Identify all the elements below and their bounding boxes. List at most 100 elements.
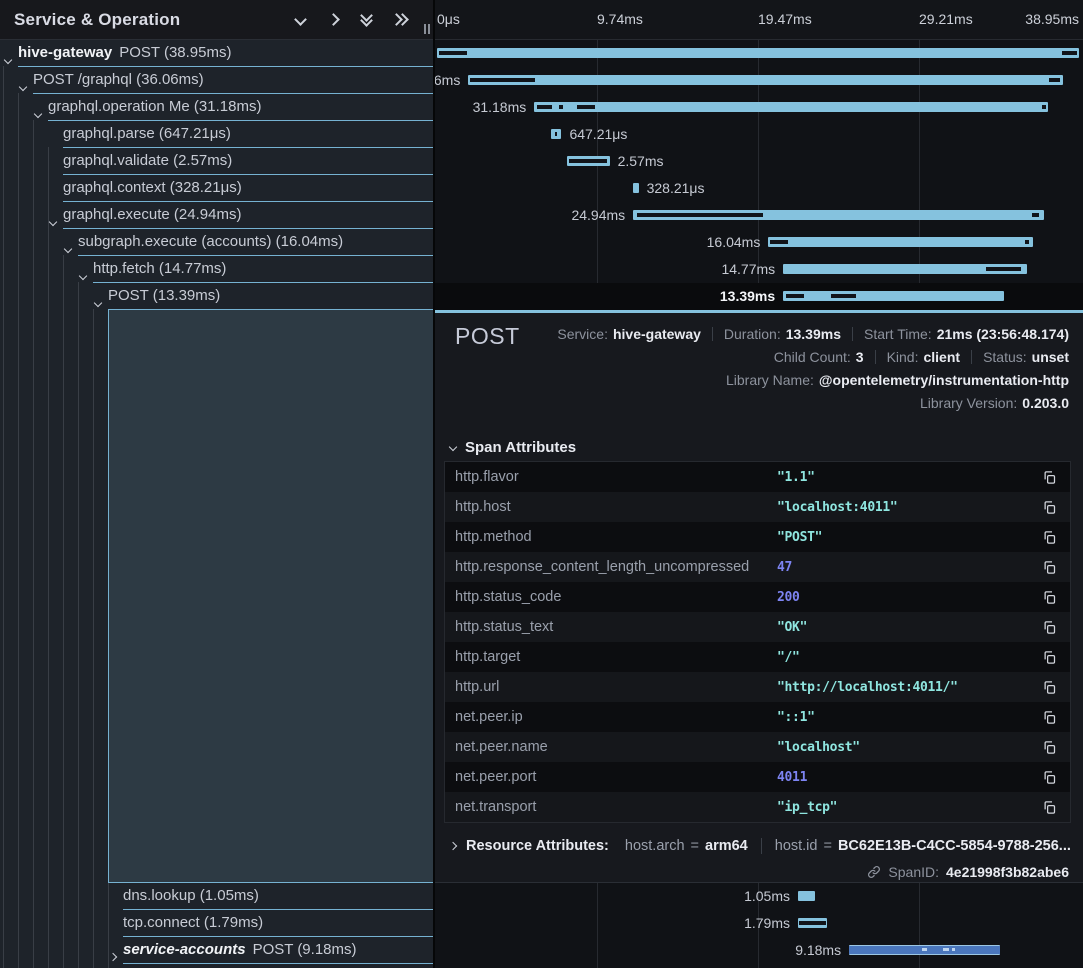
chevron-down-icon[interactable] bbox=[294, 13, 307, 26]
timeline-row[interactable]: 38.95ms bbox=[435, 40, 1083, 67]
span-bar[interactable] bbox=[768, 237, 1032, 247]
child-span-tick bbox=[922, 948, 928, 951]
operation-label: subgraph.execute (accounts) (16.04ms) bbox=[78, 233, 343, 250]
attribute-key: net.peer.ip bbox=[445, 709, 777, 725]
tree-row[interactable]: hive-gatewayPOST (38.95ms) bbox=[0, 40, 433, 67]
panel-resize-handle[interactable] bbox=[424, 24, 430, 34]
equals-sign: = bbox=[691, 838, 699, 854]
field-value: client bbox=[923, 349, 960, 365]
timeline-row[interactable]: 36.06ms bbox=[435, 67, 1083, 94]
copy-button[interactable] bbox=[1028, 560, 1070, 575]
copy-button[interactable] bbox=[1028, 530, 1070, 545]
copy-button[interactable] bbox=[1028, 590, 1070, 605]
child-span-tick bbox=[577, 105, 595, 109]
panel-divider[interactable] bbox=[433, 0, 435, 968]
span-bar[interactable] bbox=[633, 183, 638, 193]
copy-button[interactable] bbox=[1028, 710, 1070, 725]
tree-row-label: graphql.parse (647.21μs) bbox=[63, 121, 433, 148]
timeline-row[interactable]: 16.04ms bbox=[435, 229, 1083, 256]
tree-row[interactable]: graphql.validate (2.57ms) bbox=[0, 148, 433, 175]
timeline-row[interactable]: 31.18ms bbox=[435, 94, 1083, 121]
double-chevron-right-icon[interactable] bbox=[395, 15, 407, 24]
attribute-row: http.flavor"1.1" bbox=[445, 462, 1070, 492]
tree-row[interactable]: service-accountsPOST (9.18ms) bbox=[0, 937, 433, 964]
attribute-value: "localhost:4011" bbox=[777, 500, 1028, 515]
indent-guide bbox=[78, 282, 79, 968]
tree-header: Service & Operation bbox=[0, 0, 433, 40]
field-label: Child Count: bbox=[774, 349, 851, 365]
span-bar[interactable] bbox=[551, 129, 562, 139]
span-bar[interactable] bbox=[783, 291, 1004, 301]
span-bar[interactable] bbox=[783, 264, 1026, 274]
span-bar[interactable] bbox=[798, 918, 828, 928]
operation-label: tcp.connect (1.79ms) bbox=[123, 914, 263, 931]
attribute-key: http.host bbox=[445, 499, 777, 515]
copy-button[interactable] bbox=[1028, 470, 1070, 485]
span-bar[interactable] bbox=[468, 75, 1062, 85]
tree-row-label: graphql.execute (24.94ms) bbox=[63, 202, 433, 229]
resource-attributes-row[interactable]: Resource Attributes: host.arch=arm64host… bbox=[450, 838, 1071, 854]
tree-row[interactable]: POST (13.39ms) bbox=[0, 283, 433, 310]
copy-button[interactable] bbox=[1028, 620, 1070, 635]
chevron-down-icon[interactable] bbox=[65, 239, 71, 257]
duration-label: 24.94ms bbox=[571, 202, 625, 229]
indent-guide bbox=[93, 309, 94, 968]
span-bar[interactable] bbox=[437, 48, 1079, 58]
double-chevron-down-icon[interactable] bbox=[362, 15, 371, 25]
attribute-row: net.transport"ip_tcp" bbox=[445, 792, 1070, 822]
chevron-right-icon[interactable] bbox=[110, 947, 116, 965]
timeline-row[interactable]: 1.05ms bbox=[435, 883, 1083, 910]
field-divider bbox=[875, 350, 876, 364]
span-id-label: SpanID: bbox=[888, 864, 939, 880]
tree-row[interactable]: graphql.context (328.21μs) bbox=[0, 175, 433, 202]
tree-row[interactable]: graphql.operation Me (31.18ms) bbox=[0, 94, 433, 121]
copy-button[interactable] bbox=[1028, 770, 1070, 785]
tree-row[interactable]: tcp.connect (1.79ms) bbox=[0, 910, 433, 937]
link-icon[interactable] bbox=[867, 865, 881, 879]
copy-button[interactable] bbox=[1028, 500, 1070, 515]
copy-icon bbox=[1042, 770, 1057, 785]
chevron-down-icon[interactable] bbox=[35, 104, 41, 122]
operation-label: graphql.validate (2.57ms) bbox=[63, 152, 232, 169]
child-span-tick bbox=[439, 51, 467, 55]
timeline-row[interactable]: 24.94ms bbox=[435, 202, 1083, 229]
span-detail-panel: POST Service:hive-gatewayDuration:13.39m… bbox=[435, 310, 1083, 883]
copy-button[interactable] bbox=[1028, 740, 1070, 755]
copy-button[interactable] bbox=[1028, 680, 1070, 695]
copy-button[interactable] bbox=[1028, 800, 1070, 815]
tree-row[interactable]: graphql.execute (24.94ms) bbox=[0, 202, 433, 229]
timeline-row[interactable]: 1.79ms bbox=[435, 910, 1083, 937]
copy-button[interactable] bbox=[1028, 650, 1070, 665]
tree-row[interactable]: graphql.parse (647.21μs) bbox=[0, 121, 433, 148]
attribute-value: "http://localhost:4011/" bbox=[777, 680, 1028, 695]
chevron-down-icon[interactable] bbox=[50, 212, 56, 230]
chevron-down-icon[interactable] bbox=[95, 293, 101, 311]
tree-row-label: POST (13.39ms) bbox=[108, 283, 433, 310]
operation-label: POST (9.18ms) bbox=[253, 941, 357, 958]
span-bar[interactable] bbox=[567, 156, 609, 166]
span-bar[interactable] bbox=[798, 891, 815, 901]
span-attributes-header[interactable]: Span Attributes bbox=[450, 439, 576, 456]
attribute-key: http.flavor bbox=[445, 469, 777, 485]
span-bar[interactable] bbox=[534, 102, 1048, 112]
timeline-row[interactable]: 647.21μs bbox=[435, 121, 1083, 148]
tree-row[interactable]: dns.lookup (1.05ms) bbox=[0, 883, 433, 910]
timeline-row[interactable]: 13.39ms bbox=[435, 283, 1083, 310]
timeline-row[interactable]: 14.77ms bbox=[435, 256, 1083, 283]
timeline-row[interactable]: 328.21μs bbox=[435, 175, 1083, 202]
timeline-row[interactable]: 9.18ms bbox=[435, 937, 1083, 964]
chevron-down-icon[interactable] bbox=[80, 266, 86, 284]
chevron-down-icon[interactable] bbox=[20, 77, 26, 95]
tree-row[interactable]: http.fetch (14.77ms) bbox=[0, 256, 433, 283]
span-bar[interactable] bbox=[633, 210, 1044, 220]
tree-row[interactable]: POST /graphql (36.06ms) bbox=[0, 67, 433, 94]
tree-row[interactable]: subgraph.execute (accounts) (16.04ms) bbox=[0, 229, 433, 256]
chevron-right-icon[interactable] bbox=[327, 13, 340, 26]
span-bar[interactable] bbox=[849, 945, 1000, 955]
tree-row-label: http.fetch (14.77ms) bbox=[93, 256, 433, 283]
chevron-down-icon[interactable] bbox=[5, 50, 11, 68]
attribute-key: http.target bbox=[445, 649, 777, 665]
operation-label: http.fetch (14.77ms) bbox=[93, 260, 226, 277]
operation-label: POST /graphql (36.06ms) bbox=[33, 71, 204, 88]
timeline-row[interactable]: 2.57ms bbox=[435, 148, 1083, 175]
